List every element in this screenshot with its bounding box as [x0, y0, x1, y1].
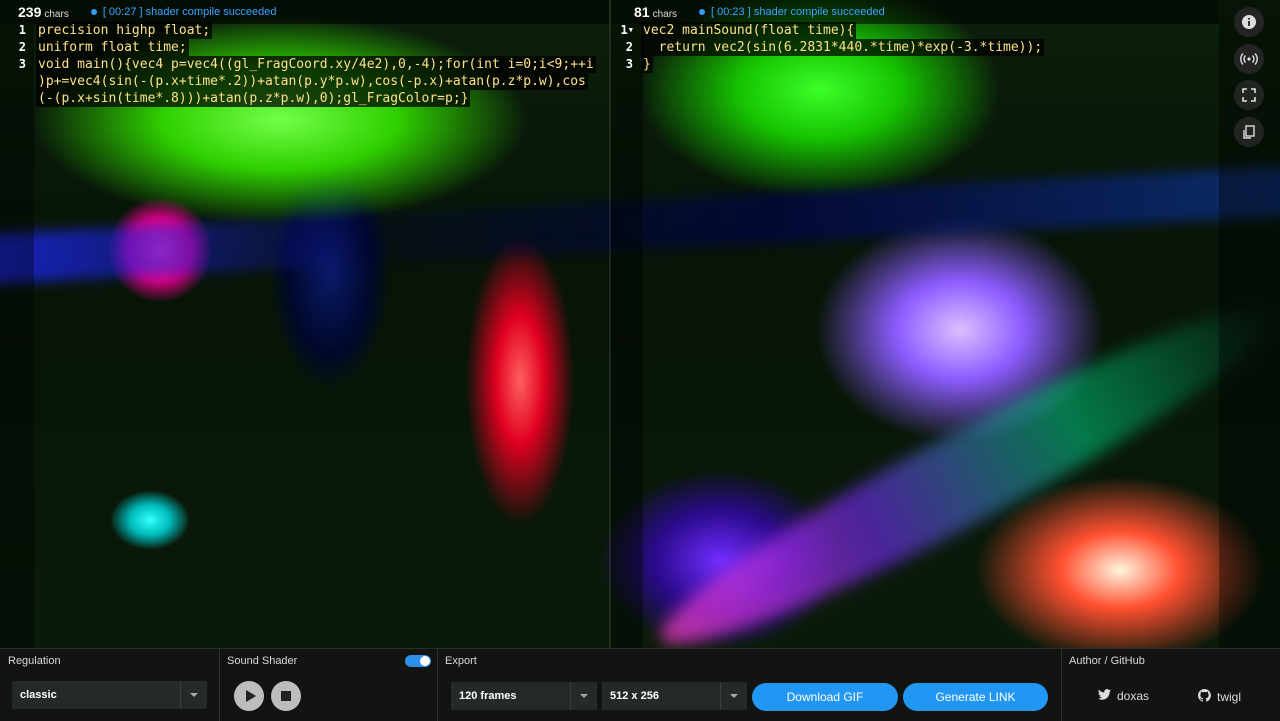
code-line[interactable]: 1▼ vec2 mainSound(float time){ — [611, 22, 1219, 39]
section-title: Regulation — [8, 655, 61, 667]
chevron-down-icon — [180, 681, 207, 709]
play-button[interactable] — [234, 681, 264, 711]
twitter-handle[interactable]: doxas — [1117, 689, 1149, 703]
code-text[interactable]: precision highp float; — [36, 22, 213, 39]
sound-toggle[interactable] — [405, 655, 431, 667]
generate-link-button[interactable]: Generate LINK — [903, 683, 1048, 711]
select-value: 512 x 256 — [610, 690, 659, 702]
fragment-shader-editor[interactable]: 239 chars [ 00:27 ] shader compile succee… — [0, 0, 609, 648]
line-number: 2 — [18, 40, 26, 54]
status-dot-icon — [90, 9, 97, 15]
section-title: Export — [445, 655, 477, 667]
select-value: 120 frames — [459, 690, 517, 702]
regulation-select[interactable]: classic — [12, 681, 207, 709]
char-count: 81 chars — [634, 4, 678, 20]
line-number — [0, 90, 38, 107]
chevron-down-icon — [720, 682, 747, 710]
char-count: 239 chars — [18, 4, 69, 20]
line-number — [0, 73, 38, 90]
code-text[interactable]: uniform float time; — [36, 39, 189, 56]
broadcast-icon[interactable] — [1234, 44, 1264, 74]
info-icon[interactable] — [1234, 7, 1264, 37]
download-gif-button[interactable]: Download GIF — [752, 683, 898, 711]
code-text[interactable]: return vec2(sin(6.2831*440.*time)*exp(-3… — [641, 39, 1045, 56]
github-link[interactable]: twigl — [1197, 689, 1241, 705]
code-area[interactable]: 1▼ vec2 mainSound(float time){ 2 return … — [611, 22, 1219, 73]
bottom-panel: Regulation classic Sound Shader Export 1… — [0, 648, 1280, 721]
github-repo[interactable]: twigl — [1217, 690, 1241, 704]
play-icon — [245, 690, 256, 702]
stop-icon — [281, 691, 291, 701]
code-line[interactable]: 2 uniform float time; — [0, 39, 609, 56]
code-text[interactable]: void main(){vec4 p=vec4((gl_FragCoord.xy… — [36, 56, 596, 73]
code-line[interactable]: 1 precision highp float; — [0, 22, 609, 39]
fullscreen-icon[interactable] — [1234, 80, 1264, 110]
code-line[interactable]: 3 void main(){vec4 p=vec4((gl_FragCoord.… — [0, 56, 609, 73]
line-number: 1▼ — [620, 23, 633, 37]
size-select[interactable]: 512 x 256 — [602, 682, 747, 710]
author-section: Author / GitHub doxas twigl — [1061, 649, 1280, 721]
code-area[interactable]: 1 precision highp float; 2 uniform float… — [0, 22, 609, 107]
code-line-wrap[interactable]: )p+=vec4(sin(-(p.x+time*.2))+atan(p.y*p.… — [0, 73, 609, 90]
line-number: 2 — [625, 40, 633, 54]
regulation-section: Regulation classic — [0, 649, 220, 721]
code-text[interactable]: } — [641, 56, 653, 73]
github-icon — [1197, 689, 1211, 705]
side-toolbar — [1219, 0, 1280, 648]
compile-status: [ 00:23 ] shader compile succeeded — [711, 6, 885, 18]
section-title: Author / GitHub — [1069, 655, 1145, 667]
sound-shader-editor[interactable]: 81 chars [ 00:23 ] shader compile succeed… — [611, 0, 1219, 648]
line-number: 3 — [625, 57, 633, 71]
code-text[interactable]: (-(p.x+sin(time*.8)))+atan(p.z*p.w),0);g… — [36, 90, 471, 107]
chevron-down-icon — [570, 682, 597, 710]
status-dot-icon — [699, 9, 706, 15]
twitter-icon — [1098, 689, 1111, 703]
select-value: classic — [20, 689, 57, 701]
section-title: Sound Shader — [227, 655, 298, 667]
export-section: Export 120 frames 512 x 256 Download GIF… — [437, 649, 1062, 721]
editor-header: 81 chars [ 00:23 ] shader compile succeed… — [611, 0, 1219, 24]
line-gutter — [0, 24, 34, 648]
line-gutter — [611, 24, 643, 648]
sync-icon[interactable] — [1234, 117, 1264, 147]
stop-button[interactable] — [271, 681, 301, 711]
code-line-wrap[interactable]: (-(p.x+sin(time*.8)))+atan(p.z*p.w),0);g… — [0, 90, 609, 107]
code-text[interactable]: )p+=vec4(sin(-(p.x+time*.2))+atan(p.y*p.… — [36, 73, 588, 90]
sound-section: Sound Shader — [219, 649, 438, 721]
frames-select[interactable]: 120 frames — [451, 682, 597, 710]
code-text[interactable]: vec2 mainSound(float time){ — [641, 22, 857, 39]
code-line[interactable]: 2 return vec2(sin(6.2831*440.*time)*exp(… — [611, 39, 1219, 56]
line-number: 1 — [18, 23, 26, 37]
line-number: 3 — [18, 57, 26, 71]
editor-header: 239 chars [ 00:27 ] shader compile succee… — [0, 0, 609, 24]
compile-status: [ 00:27 ] shader compile succeeded — [102, 6, 277, 18]
twitter-link[interactable]: doxas — [1098, 689, 1149, 703]
code-line[interactable]: 3 } — [611, 56, 1219, 73]
fold-arrow-icon[interactable]: ▼ — [629, 26, 633, 34]
